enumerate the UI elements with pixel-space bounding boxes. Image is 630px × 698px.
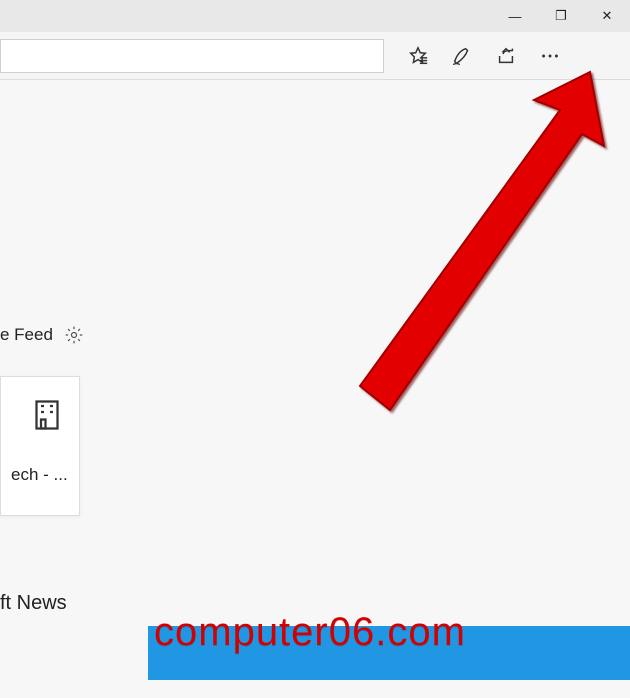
- share-button[interactable]: [484, 34, 528, 78]
- feed-header: e Feed: [0, 324, 85, 346]
- top-site-tile[interactable]: ech - ...: [0, 376, 80, 516]
- site-icon: [29, 397, 69, 437]
- close-glyph: ✕: [602, 8, 613, 24]
- page-content: e Feed ech - ... ft News: [0, 80, 630, 698]
- tile-label: ech - ...: [11, 465, 68, 485]
- address-bar-input[interactable]: [0, 39, 384, 73]
- window-close-button[interactable]: ✕: [584, 0, 630, 32]
- news-heading: ft News: [0, 592, 67, 615]
- window-titlebar: — ❐ ✕: [0, 0, 630, 32]
- favorites-button[interactable]: [396, 34, 440, 78]
- web-notes-button[interactable]: [440, 34, 484, 78]
- feed-settings-button[interactable]: [63, 324, 85, 346]
- share-icon: [495, 45, 517, 67]
- gear-icon: [64, 325, 84, 345]
- web-notes-icon: [451, 45, 473, 67]
- minimize-glyph: —: [509, 9, 522, 24]
- more-button[interactable]: [528, 34, 572, 78]
- favorites-icon: [407, 45, 429, 67]
- watermark-text: computer06.com: [154, 610, 466, 655]
- more-icon: [539, 45, 561, 67]
- restore-glyph: ❐: [555, 8, 567, 24]
- feed-label: e Feed: [0, 325, 53, 345]
- window-restore-button[interactable]: ❐: [538, 0, 584, 32]
- browser-toolbar: [0, 32, 630, 80]
- window-minimize-button[interactable]: —: [492, 0, 538, 32]
